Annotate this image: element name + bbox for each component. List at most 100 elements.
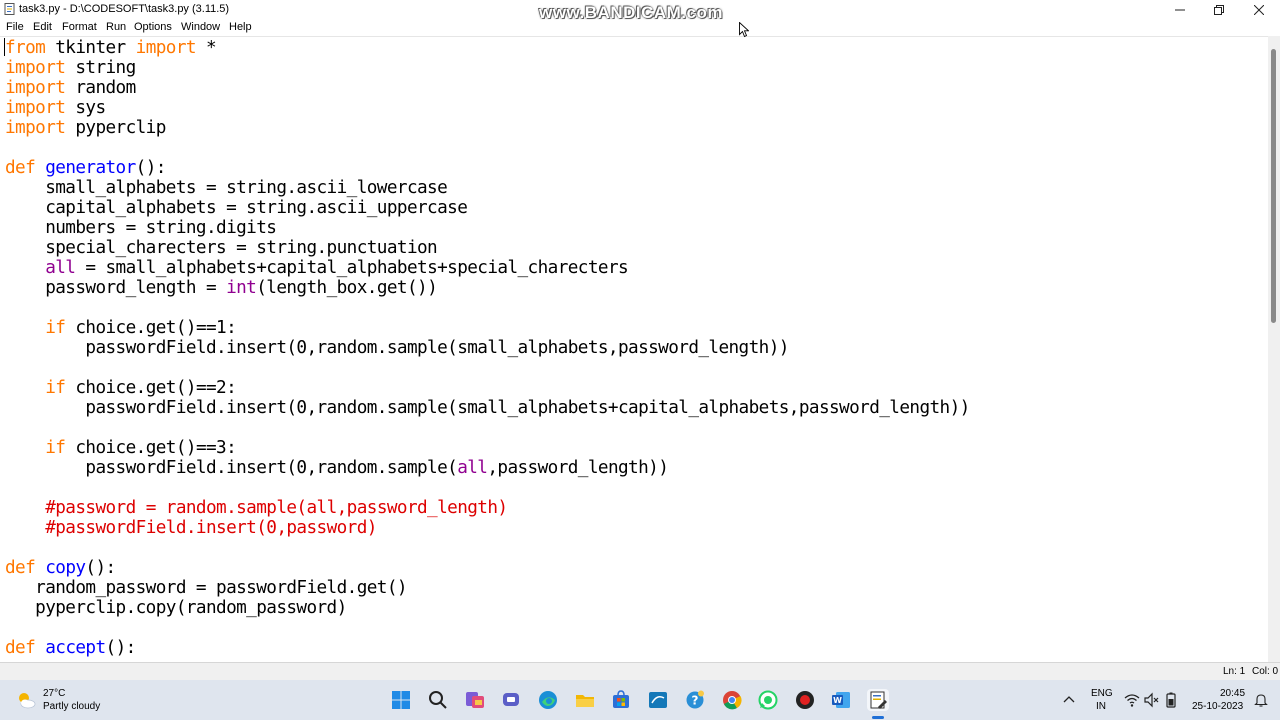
code-line[interactable] [5,478,970,498]
code-line[interactable]: numbers = string.digits [5,218,970,238]
code-line[interactable] [5,418,970,438]
taskbar-edge-button[interactable] [537,689,559,711]
language-code[interactable]: ENG [1091,688,1113,699]
vertical-scrollbar[interactable] [1268,36,1280,662]
taskbar-search-button[interactable] [427,689,449,711]
code-token: all [45,258,76,278]
code-line[interactable]: pyperclip.copy(random_password) [5,598,970,618]
code-token: import [5,58,66,78]
code-line[interactable] [5,138,970,158]
close-button[interactable] [1239,0,1279,20]
code-line[interactable]: special_charecters = string.punctuation [5,238,970,258]
code-line[interactable]: def accept(): [5,638,970,658]
code-token: #passwordField.insert(0,password) [45,518,377,538]
menu-file[interactable]: File [6,21,24,33]
code-line[interactable]: all = small_alphabets+capital_alphabets+… [5,258,970,278]
notification-bell-icon [1254,694,1268,707]
code-line[interactable]: def generator(): [5,158,970,178]
network-button[interactable] [1121,689,1143,711]
code-line[interactable]: passwordField.insert(0,random.sample(all… [5,458,970,478]
code-line[interactable]: #passwordField.insert(0,password) [5,518,970,538]
clock-date[interactable]: 25-10-2023 [1192,701,1243,712]
code-line[interactable]: def copy(): [5,558,970,578]
wifi-icon [1124,694,1140,707]
battery-button[interactable] [1160,689,1182,711]
menu-window[interactable]: Window [181,21,220,33]
code-line[interactable]: random_password = passwordField.get() [5,578,970,598]
language-region[interactable]: IN [1096,701,1106,712]
taskbar-store-button[interactable] [610,689,632,711]
notifications-button[interactable] [1250,689,1272,711]
code-token: from [5,38,46,58]
code-line[interactable]: password_length = int(length_box.get()) [5,278,970,298]
minimize-button[interactable] [1160,0,1200,20]
menu-format[interactable]: Format [62,21,97,33]
code-line[interactable]: capital_alphabets = string.ascii_upperca… [5,198,970,218]
code-line[interactable]: import random [5,78,970,98]
code-token: small_alphabets = string.ascii_lowercase [5,178,448,198]
clock-time[interactable]: 20:45 [1220,688,1245,699]
taskbar-file-explorer-button[interactable] [574,689,596,711]
start-button[interactable] [390,689,412,711]
weather-temperature[interactable]: 27°C [43,688,65,699]
code-line[interactable] [5,358,970,378]
code-token: * [195,38,217,58]
menu-edit[interactable]: Edit [33,21,52,33]
restore-icon [1214,5,1224,15]
code-line[interactable]: passwordField.insert(0,random.sample(sma… [5,338,970,358]
taskbar-word-button[interactable]: W [830,689,852,711]
chat-icon [503,693,519,706]
code-token: import [135,38,197,58]
line-number: Ln: 1 [1223,666,1246,677]
code-editor[interactable]: from tkinter import * import string import… [0,36,1268,663]
taskbar-idle-button[interactable] [867,689,889,711]
code-token: random_password = passwordField.get() [5,578,407,598]
code-line[interactable]: from tkinter import * [5,38,970,58]
help-icon: ? [686,690,704,709]
svg-text:W: W [833,696,842,705]
code-token: string [65,58,136,78]
scrollbar-thumb[interactable] [1271,49,1276,323]
menu-options[interactable]: Options [134,21,172,33]
code-line[interactable]: small_alphabets = string.ascii_lowercase [5,178,970,198]
code-line[interactable]: if choice.get()==2: [5,378,970,398]
code-line[interactable]: if choice.get()==3: [5,438,970,458]
restore-button[interactable] [1199,0,1239,20]
code-token: (): [85,558,116,578]
code-line[interactable] [5,618,970,638]
code-token: pyperclip [65,118,166,138]
chevron-up-icon [1063,696,1075,703]
taskbar-mysql-button[interactable] [647,689,669,711]
taskbar-whatsapp-button[interactable] [757,689,779,711]
code-text[interactable]: from tkinter import * import string import… [5,38,970,658]
taskbar-teams-button[interactable] [500,689,522,711]
taskbar-python-help-button[interactable]: ? [684,689,706,711]
code-line[interactable]: import string [5,58,970,78]
search-icon [429,691,447,709]
close-icon [1254,5,1264,15]
taskbar-bandicam-button[interactable] [794,689,816,711]
partly-cloudy-icon[interactable] [15,689,37,711]
code-line[interactable] [5,298,970,318]
code-line[interactable]: import pyperclip [5,118,970,138]
menu-help[interactable]: Help [229,21,252,33]
taskbar-widgets-button[interactable] [464,689,486,711]
code-line[interactable]: #password = random.sample(all,password_l… [5,498,970,518]
code-line[interactable] [5,538,970,558]
taskbar [0,680,1280,720]
show-hidden-icons-button[interactable] [1058,689,1080,711]
code-line[interactable]: import sys [5,98,970,118]
menu-run[interactable]: Run [106,21,126,33]
code-line[interactable]: passwordField.insert(0,random.sample(sma… [5,398,970,418]
taskbar-chrome-button[interactable] [721,689,743,711]
weather-description[interactable]: Partly cloudy [43,701,100,712]
code-token: special_charecters = string.punctuation [5,238,438,258]
code-line[interactable]: if choice.get()==1: [5,318,970,338]
code-token: ,password_length)) [487,458,669,478]
